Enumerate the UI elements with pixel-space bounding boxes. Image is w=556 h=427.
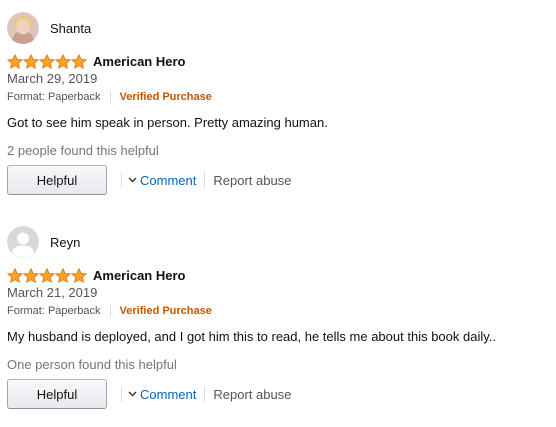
avatar[interactable] [7, 12, 39, 44]
format-label[interactable]: Format: Paperback [7, 91, 101, 103]
review-title[interactable]: American Hero [93, 268, 185, 283]
helpful-button[interactable]: Helpful [7, 165, 107, 195]
helpful-button[interactable]: Helpful [7, 379, 107, 409]
star-icon [7, 53, 23, 69]
review-card: Reyn American Hero March 21, 2019 Format… [7, 226, 547, 409]
review-date: March 29, 2019 [7, 71, 98, 86]
reviewer-name[interactable]: Reyn [50, 235, 80, 250]
star-icon [39, 267, 55, 283]
star-rating[interactable] [7, 53, 87, 69]
review-card: Shanta American Hero March 29, 2019 Form… [7, 12, 547, 195]
divider [121, 386, 122, 402]
helpful-count: 2 people found this helpful [7, 143, 159, 158]
divider [109, 305, 111, 317]
star-icon [71, 267, 87, 283]
verified-purchase-badge: Verified Purchase [119, 305, 212, 317]
star-icon [55, 53, 71, 69]
chevron-down-icon [128, 177, 137, 183]
review-text: My husband is deployed, and I got him th… [7, 329, 496, 344]
star-icon [7, 267, 23, 283]
comment-label: Comment [140, 386, 197, 402]
avatar[interactable] [7, 226, 39, 258]
divider [121, 172, 122, 188]
comment-link[interactable]: Comment [128, 387, 196, 402]
divider [109, 91, 111, 103]
reviewer-name[interactable]: Shanta [50, 21, 91, 36]
review-title[interactable]: American Hero [93, 54, 185, 69]
star-icon [71, 53, 87, 69]
verified-purchase-badge: Verified Purchase [119, 91, 212, 103]
report-abuse-link[interactable]: Report abuse [213, 387, 291, 402]
format-label[interactable]: Format: Paperback [7, 305, 101, 317]
star-rating[interactable] [7, 267, 87, 283]
comment-link[interactable]: Comment [128, 173, 196, 188]
star-icon [23, 53, 39, 69]
reviewer-profile[interactable]: Reyn [7, 226, 547, 258]
report-abuse-link[interactable]: Report abuse [213, 173, 291, 188]
divider [204, 172, 206, 188]
star-icon [55, 267, 71, 283]
review-text: Got to see him speak in person. Pretty a… [7, 115, 328, 130]
star-icon [39, 53, 55, 69]
divider [204, 386, 206, 402]
comment-label: Comment [140, 172, 197, 188]
reviewer-profile[interactable]: Shanta [7, 12, 547, 44]
star-icon [23, 267, 39, 283]
helpful-count: One person found this helpful [7, 357, 177, 372]
chevron-down-icon [128, 391, 137, 397]
review-date: March 21, 2019 [7, 285, 98, 300]
